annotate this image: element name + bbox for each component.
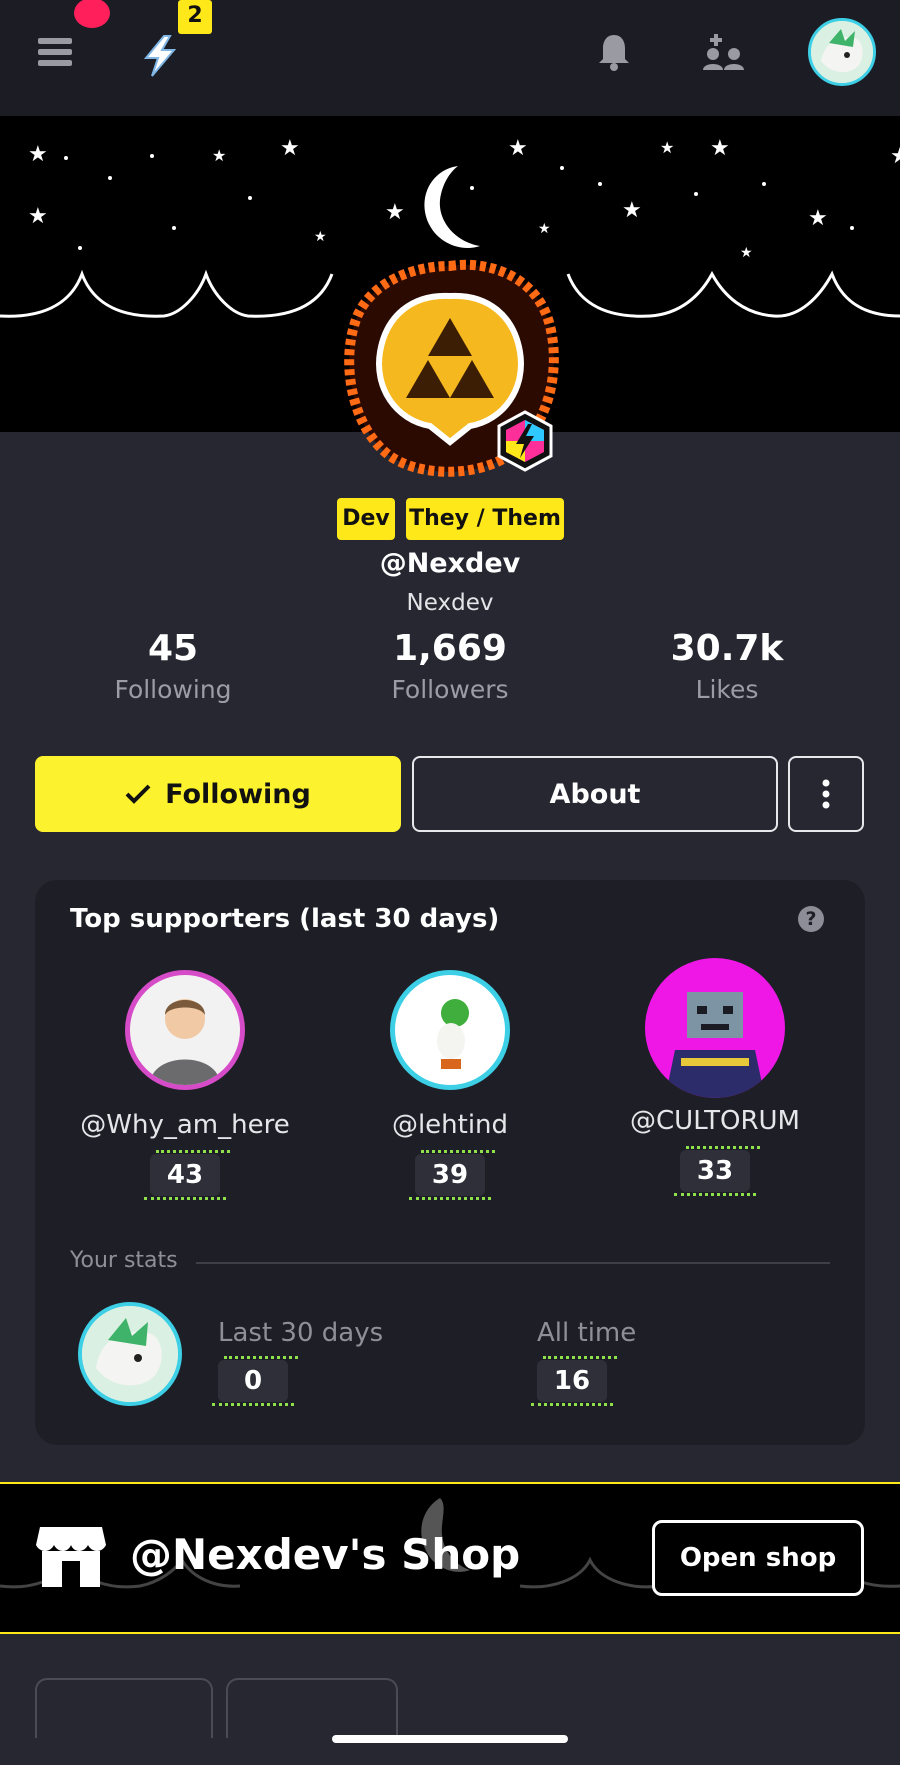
stat-value: 30.7k (670, 628, 784, 669)
supporter-name: @lehtind (391, 1110, 509, 1140)
stat-value: 1,669 (393, 628, 507, 669)
following-button-label: Following (165, 778, 311, 810)
creator-badge-icon (494, 410, 556, 472)
stat-following[interactable]: 45 Following (63, 628, 283, 704)
bell-icon[interactable] (597, 32, 631, 72)
open-shop-button-label: Open shop (679, 1543, 837, 1573)
following-button[interactable]: Following (35, 756, 401, 832)
stat-value: 45 (147, 628, 199, 669)
content-tab[interactable] (226, 1678, 398, 1738)
notification-count-badge: 2 (178, 0, 212, 34)
top-bar (0, 0, 900, 116)
my-stat-label: Last 30 days (218, 1318, 384, 1348)
help-icon[interactable]: ? (798, 906, 824, 932)
my-stat-last30: Last 30 days 0 (212, 1318, 384, 1406)
people-icon[interactable] (702, 32, 746, 72)
open-shop-button[interactable]: Open shop (652, 1520, 864, 1596)
your-stats-label: Your stats (70, 1248, 178, 1273)
tag-dev: Dev (337, 498, 395, 540)
my-stat-value: 0 (212, 1356, 298, 1406)
supporter-score: 43 (144, 1150, 230, 1200)
supporter-name: @Why_am_here (80, 1110, 290, 1140)
moon-icon (424, 166, 480, 248)
supporter-item[interactable]: @Why_am_here 43 (55, 970, 315, 1200)
stat-label: Following (114, 675, 232, 704)
top-supporters-title: Top supporters (last 30 days) (70, 904, 500, 934)
supporter-avatar (390, 970, 510, 1090)
tag-pronouns: They / Them (406, 498, 564, 540)
kebab-menu-icon (822, 779, 830, 809)
supporter-score: 39 (409, 1150, 495, 1200)
my-stat-label: All time (537, 1318, 637, 1348)
stat-label: Followers (391, 675, 509, 704)
supporter-score: 33 (674, 1146, 760, 1196)
user-avatar[interactable] (808, 18, 876, 86)
about-button-label: About (549, 778, 641, 810)
supporter-avatar (125, 970, 245, 1090)
menu-icon[interactable] (38, 38, 72, 68)
my-stat-alltime: All time 16 (531, 1318, 637, 1406)
stat-likes[interactable]: 30.7k Likes (617, 628, 837, 704)
divider (196, 1262, 830, 1264)
more-options-button[interactable] (788, 756, 864, 832)
my-avatar (78, 1302, 182, 1406)
supporter-avatar (645, 958, 785, 1098)
profile-handle: @Nexdev (379, 548, 521, 579)
store-icon (36, 1525, 106, 1587)
about-button[interactable]: About (412, 756, 778, 832)
supporter-name: @CULTORUM (630, 1106, 800, 1136)
my-stat-value: 16 (531, 1356, 617, 1406)
supporter-item[interactable]: @CULTORUM 33 (585, 958, 845, 1196)
home-indicator[interactable] (332, 1735, 568, 1743)
content-tab[interactable] (35, 1678, 213, 1738)
profile-display-name: Nexdev (406, 590, 494, 616)
stat-followers[interactable]: 1,669 Followers (340, 628, 560, 704)
stat-label: Likes (695, 675, 759, 704)
checkmark-icon (125, 784, 151, 804)
shop-title: @Nexdev's Shop (130, 1530, 521, 1579)
bolt-icon[interactable] (140, 34, 180, 78)
supporter-item[interactable]: @lehtind 39 (320, 970, 580, 1200)
